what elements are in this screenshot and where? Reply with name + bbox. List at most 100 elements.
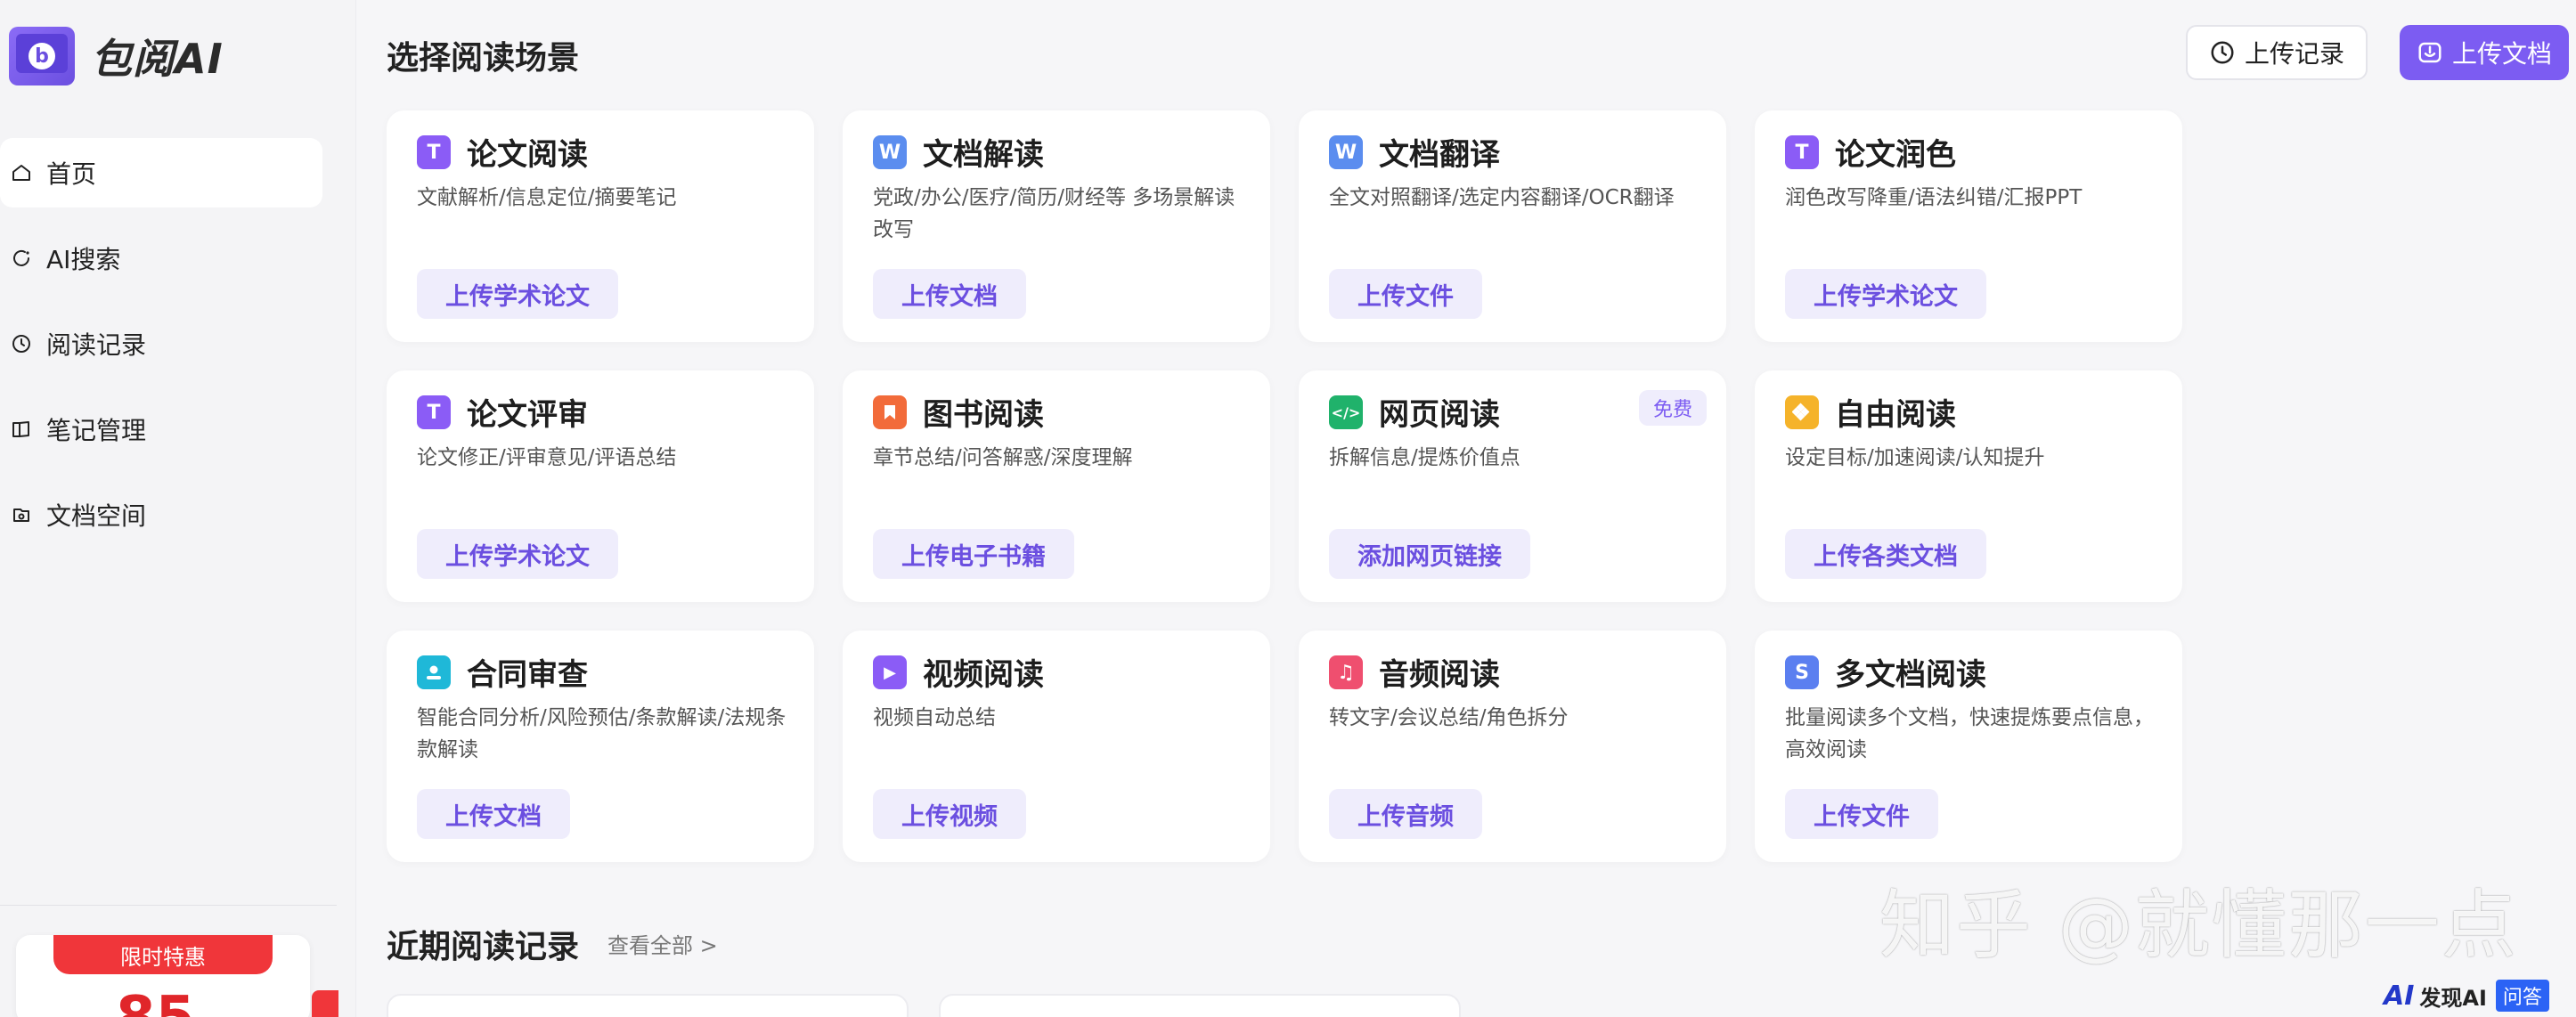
upload-paper-button[interactable]: 上传学术论文 [1785,269,1986,319]
card-description: 党政/办公/医疗/简历/财经等 多场景解读改写 [873,186,1235,241]
paper-t-icon: T [417,395,451,429]
card-description: 论文修正/评审意见/评语总结 [417,446,677,469]
promo-accent [312,990,338,1017]
card-description: 智能合同分析/风险预估/条款解读/法规条款解读 [417,706,787,761]
free-badge: 免费 [1638,390,1707,426]
clock-icon [9,331,34,356]
upload-file-button[interactable]: 上传文件 [1785,789,1938,839]
page-title: 选择阅读场景 [387,40,580,77]
word-w-icon: W [873,135,907,169]
card-description: 批量阅读多个文档，快速提炼要点信息，高效阅读 [1785,706,2154,761]
sidebar-nav: 首页 AI搜索 阅读记录 笔记管理 文档空间 [0,138,322,565]
card-audio-reading[interactable]: ♫ 音频阅读 转文字/会议总结/角色拆分 上传音频 [1299,631,1726,862]
folder-icon [9,502,34,527]
add-web-link-button[interactable]: 添加网页链接 [1329,529,1530,579]
upload-document-label: 上传文档 [2451,39,2552,69]
upload-any-doc-button[interactable]: 上传各类文档 [1785,529,1986,579]
card-doc-interpret[interactable]: W 文档解读 党政/办公/医疗/简历/财经等 多场景解读改写 上传文档 [843,110,1270,342]
card-description: 设定目标/加速阅读/认知提升 [1785,446,2045,469]
card-title: 多文档阅读 [1835,657,1986,693]
upload-paper-button[interactable]: 上传学术论文 [417,529,618,579]
card-doc-translate[interactable]: W 文档翻译 全文对照翻译/选定内容翻译/OCR翻译 上传文件 [1299,110,1726,342]
recent-record-card[interactable] [939,994,1461,1017]
upload-history-label: 上传记录 [2244,39,2344,69]
card-description: 视频自动总结 [873,706,996,729]
upload-video-button[interactable]: 上传视频 [873,789,1026,839]
card-paper-polish[interactable]: T 论文润色 润色改写降重/语法纠错/汇报PPT 上传学术论文 [1755,110,2182,342]
card-free-reading[interactable]: 自由阅读 设定目标/加速阅读/认知提升 上传各类文档 [1755,370,2182,602]
card-title: 文档翻译 [1379,137,1500,173]
sidebar-divider [0,905,337,906]
card-title: 网页阅读 [1379,397,1500,433]
corner-logo: AI 发现AI 问答 [2384,978,2549,1013]
card-title: 论文润色 [1835,137,1956,173]
card-paper-review[interactable]: T 论文评审 论文修正/评审意见/评语总结 上传学术论文 [387,370,814,602]
sidebar-item-home[interactable]: 首页 [0,138,322,207]
card-title: 图书阅读 [923,397,1044,433]
logo-mark: b [9,27,75,85]
sidebar-item-label: 阅读记录 [46,330,147,360]
play-icon: ▶ [873,655,907,689]
upload-history-button[interactable]: 上传记录 [2186,25,2368,80]
sidebar-item-ai-search[interactable]: AI搜索 [0,224,322,293]
home-icon [9,160,34,185]
sidebar: b 包阅AI 首页 AI搜索 阅读记录 笔记管理 文档空间 限时特惠 [0,0,356,1017]
logo[interactable]: b 包阅AI [9,27,224,85]
card-description: 文献解析/信息定位/摘要笔记 [417,186,677,209]
upload-icon [2418,42,2441,63]
sidebar-item-label: 文档空间 [46,501,147,531]
card-title: 自由阅读 [1835,397,1956,433]
card-title: 论文评审 [467,397,588,433]
card-multi-doc-reading[interactable]: S 多文档阅读 批量阅读多个文档，快速提炼要点信息，高效阅读 上传文件 [1755,631,2182,862]
corner-text: 发现AI [2419,985,2487,1011]
sidebar-item-reading-history[interactable]: 阅读记录 [0,309,322,378]
ai-search-icon [9,246,34,271]
card-title: 视频阅读 [923,657,1044,693]
promo-number: 85 [116,985,195,1017]
card-description: 润色改写降重/语法纠错/汇报PPT [1785,186,2083,209]
promo-card[interactable]: 限时特惠 85 [16,935,310,1017]
bookmark-icon [873,395,907,429]
code-icon: </> [1329,395,1363,429]
sidebar-item-doc-space[interactable]: 文档空间 [0,480,322,549]
sidebar-item-label: 笔记管理 [46,416,147,445]
music-note-icon: ♫ [1329,655,1363,689]
card-book-reading[interactable]: 图书阅读 章节总结/问答解惑/深度理解 上传电子书籍 [843,370,1270,602]
person-icon [417,655,451,689]
notebook-icon [9,417,34,442]
recent-record-card[interactable] [387,994,909,1017]
card-contract-review[interactable]: 合同审查 智能合同分析/风险预估/条款解读/法规条款解读 上传文档 [387,631,814,862]
view-all-link[interactable]: 查看全部 > [607,928,718,959]
promo-tag: 限时特惠 [53,935,273,974]
card-description: 拆解信息/提炼价值点 [1329,446,1520,469]
paper-t-icon: T [417,135,451,169]
upload-document-button[interactable]: 上传文档 [2400,25,2569,80]
card-video-reading[interactable]: ▶ 视频阅读 视频自动总结 上传视频 [843,631,1270,862]
paper-t-icon: T [1785,135,1819,169]
sidebar-item-label: AI搜索 [46,245,121,274]
upload-ebook-button[interactable]: 上传电子书籍 [873,529,1074,579]
card-title: 合同审查 [467,657,588,693]
multi-doc-s-icon: S [1785,655,1819,689]
card-title: 音频阅读 [1379,657,1500,693]
word-w-icon: W [1329,135,1363,169]
recent-section-title: 近期阅读记录 [387,929,580,965]
clock-icon [2211,41,2234,64]
card-paper-reading[interactable]: T 论文阅读 文献解析/信息定位/摘要笔记 上传学术论文 [387,110,814,342]
upload-audio-button[interactable]: 上传音频 [1329,789,1482,839]
card-description: 全文对照翻译/选定内容翻译/OCR翻译 [1329,186,1675,209]
upload-file-button[interactable]: 上传文件 [1329,269,1482,319]
card-description: 章节总结/问答解惑/深度理解 [873,446,1133,469]
corner-box: 问答 [2495,980,2549,1012]
card-description: 转文字/会议总结/角色拆分 [1329,706,1569,729]
upload-doc-button[interactable]: 上传文档 [417,789,570,839]
upload-paper-button[interactable]: 上传学术论文 [417,269,618,319]
corner-ai-logo: AI [2384,980,2415,1012]
card-web-reading[interactable]: </> 网页阅读 免费 拆解信息/提炼价值点 添加网页链接 [1299,370,1726,602]
card-title: 文档解读 [923,137,1044,173]
sidebar-item-notes[interactable]: 笔记管理 [0,395,322,464]
upload-doc-button[interactable]: 上传文档 [873,269,1026,319]
logo-text: 包阅AI [91,35,224,83]
watermark-text: 知乎 @就懂那一点 [1879,882,2518,969]
diamond-icon [1785,395,1819,429]
